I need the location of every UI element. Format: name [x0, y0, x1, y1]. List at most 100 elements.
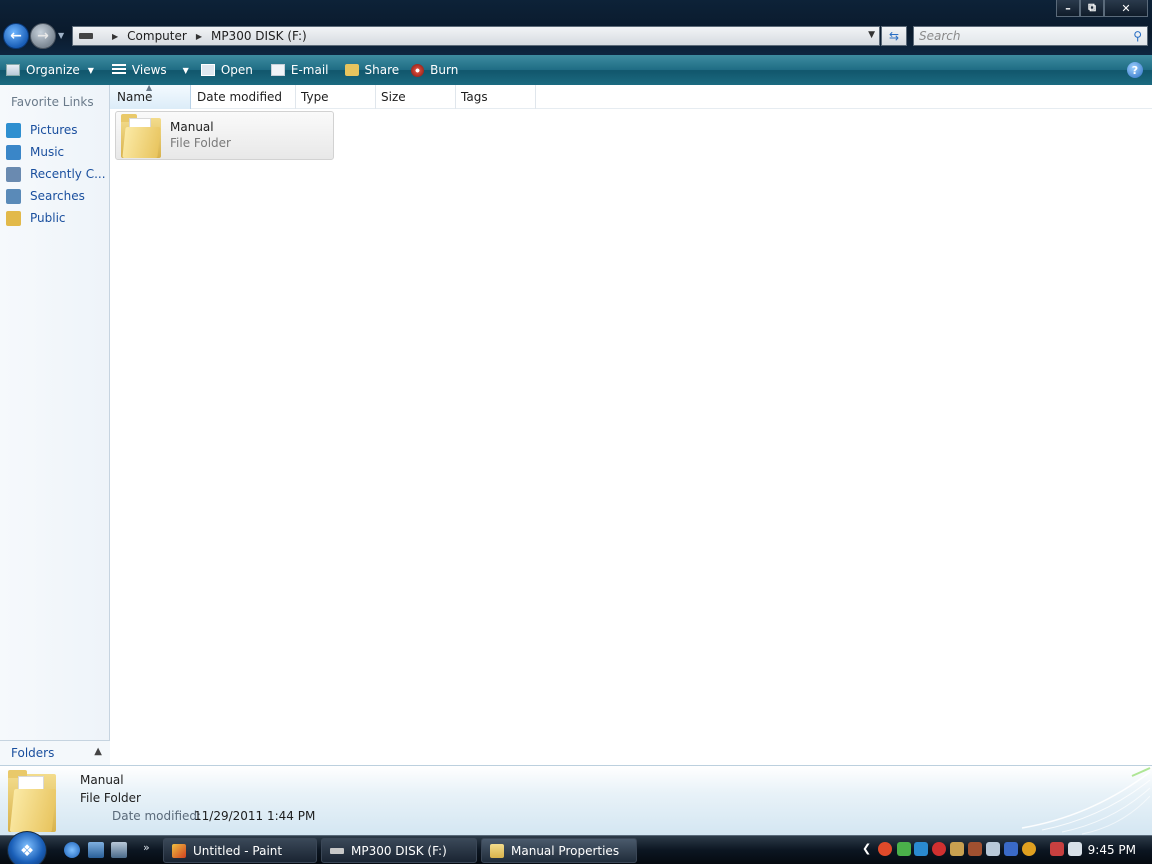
decorative-swoosh	[1021, 767, 1151, 835]
sidebar-item-pictures[interactable]: Pictures	[0, 119, 110, 141]
folders-label: Folders	[11, 746, 55, 760]
email-label: E-mail	[290, 63, 329, 77]
tray-icon-network-tool[interactable]	[968, 842, 982, 856]
saved-search-icon	[6, 188, 21, 204]
internet-explorer-icon[interactable]	[64, 842, 80, 858]
column-header-size[interactable]: Size	[374, 85, 456, 109]
burn-label: Burn	[430, 63, 459, 77]
chevron-down-icon[interactable]: ▼	[183, 66, 189, 75]
music-icon	[6, 144, 21, 160]
column-header-tags[interactable]: Tags	[454, 85, 536, 109]
sidebar-item-music[interactable]: Music	[0, 141, 110, 163]
recent-pages-dropdown[interactable]: ▼	[58, 31, 64, 40]
sidebar-item-label: Public	[30, 211, 66, 225]
details-modified-value: 11/29/2011 1:44 PM	[194, 809, 316, 823]
title-bar: – ⧉ ✕ ← → ▼ ▶ Computer ▶ MP300 DISK (F:)…	[0, 0, 1152, 55]
breadcrumb-chevron-icon[interactable]: ▶	[196, 32, 202, 41]
tray-icon-update[interactable]	[897, 842, 911, 856]
quick-launch-more-icon[interactable]: »	[143, 841, 150, 854]
taskbar-item-explorer[interactable]: MP300 DISK (F:)	[321, 838, 477, 863]
tray-icon-chat[interactable]	[1004, 842, 1018, 856]
details-type: File Folder	[80, 791, 141, 805]
details-modified-label: Date modified:	[112, 809, 202, 823]
tray-icon-display[interactable]	[986, 842, 1000, 856]
email-button[interactable]: E-mail	[265, 55, 335, 85]
favorite-links-title: Favorite Links	[11, 95, 94, 109]
drive-icon	[79, 33, 93, 39]
tray-icon-safely-remove[interactable]	[1050, 842, 1064, 856]
windows-logo-icon: ❖	[19, 840, 35, 860]
arrow-left-icon: ←	[10, 28, 22, 44]
sidebar-item-label: Searches	[30, 189, 85, 203]
paint-icon	[172, 843, 186, 858]
address-bar[interactable]: ▶ Computer ▶ MP300 DISK (F:) ▼	[72, 26, 880, 46]
navigation-pane: Favorite Links Pictures Music Recently C..…	[0, 85, 110, 765]
taskbar-item-properties[interactable]: Manual Properties	[481, 838, 637, 863]
sidebar-item-label: Pictures	[30, 123, 78, 137]
favorite-links-list: Pictures Music Recently C... Searches Public	[0, 119, 110, 229]
sidebar-item-searches[interactable]: Searches	[0, 185, 110, 207]
column-headers: ▲ Name Date modified Type Size Tags	[110, 83, 1152, 109]
organize-icon	[6, 64, 20, 76]
minimize-button[interactable]: –	[1056, 0, 1080, 17]
search-box: ⚲	[913, 26, 1148, 46]
back-button[interactable]: ←	[3, 23, 29, 49]
sidebar-item-recently-c[interactable]: Recently C...	[0, 163, 110, 185]
sidebar-item-label: Music	[30, 145, 65, 159]
column-header-type[interactable]: Type	[294, 85, 376, 109]
file-name: Manual	[170, 120, 214, 134]
breadcrumb-chevron-icon[interactable]: ▶	[112, 32, 118, 41]
share-icon	[344, 64, 359, 76]
views-icon	[111, 64, 126, 76]
tray-expand-icon[interactable]: ❮	[862, 842, 871, 855]
breadcrumb-computer[interactable]: Computer	[127, 29, 187, 43]
organize-label: Organize	[26, 63, 80, 77]
details-pane: Manual File Folder Date modified: 11/29/…	[0, 765, 1152, 835]
address-dropdown-icon[interactable]: ▼	[868, 30, 875, 40]
email-icon	[270, 64, 285, 76]
folders-toggle[interactable]: Folders ▲	[0, 740, 110, 765]
burn-button[interactable]: Burn	[405, 55, 464, 85]
search-input[interactable]	[914, 29, 1119, 43]
maximize-button[interactable]: ⧉	[1080, 0, 1104, 17]
search-icon[interactable]: ⚲	[1133, 29, 1142, 43]
tray-icon-app[interactable]	[914, 842, 928, 856]
pictures-icon	[6, 122, 21, 138]
tray-icon-stop[interactable]	[932, 842, 946, 856]
breadcrumb-drive[interactable]: MP300 DISK (F:)	[211, 29, 307, 43]
network-icon[interactable]	[1068, 842, 1082, 856]
tray-icon-antivirus[interactable]	[1022, 842, 1036, 856]
sort-ascending-icon: ▲	[146, 83, 153, 92]
folder-icon	[121, 114, 161, 158]
public-folder-icon	[6, 210, 21, 226]
forward-button[interactable]: →	[30, 23, 56, 49]
close-button[interactable]: ✕	[1104, 0, 1148, 17]
drive-icon	[330, 847, 344, 854]
views-label: Views	[131, 63, 167, 77]
sidebar-item-label: Recently C...	[30, 167, 106, 181]
organize-button[interactable]: Organize ▼	[0, 55, 100, 85]
share-button[interactable]: Share	[339, 55, 406, 85]
start-button[interactable]: ❖	[7, 831, 47, 864]
column-header-name[interactable]: ▲ Name	[110, 83, 191, 109]
taskbar: ❖ » Untitled - Paint MP300 DISK (F:) Man…	[0, 831, 1152, 864]
file-list-pane: ▲ Name Date modified Type Size Tags Manu…	[110, 83, 1152, 765]
clock[interactable]: 9:45 PM	[1088, 843, 1136, 857]
arrow-right-icon: →	[37, 28, 49, 44]
taskbar-item-paint[interactable]: Untitled - Paint	[163, 838, 317, 863]
column-header-date-modified[interactable]: Date modified	[190, 85, 296, 109]
help-icon[interactable]: ?	[1127, 62, 1143, 78]
burn-disc-icon	[411, 63, 425, 77]
open-icon	[200, 64, 215, 76]
share-label: Share	[364, 63, 400, 77]
folder-icon	[8, 770, 57, 832]
file-tile-manual[interactable]: Manual File Folder	[115, 111, 334, 160]
open-button[interactable]: Open	[195, 55, 259, 85]
tray-icon-tool[interactable]	[950, 842, 964, 856]
window-controls: – ⧉ ✕	[1056, 0, 1148, 17]
tray-icon-security[interactable]	[878, 842, 892, 856]
switch-windows-icon[interactable]	[111, 842, 127, 858]
sidebar-item-public[interactable]: Public	[0, 207, 110, 229]
refresh-button[interactable]: ⇆	[881, 26, 907, 46]
show-desktop-icon[interactable]	[88, 842, 104, 858]
